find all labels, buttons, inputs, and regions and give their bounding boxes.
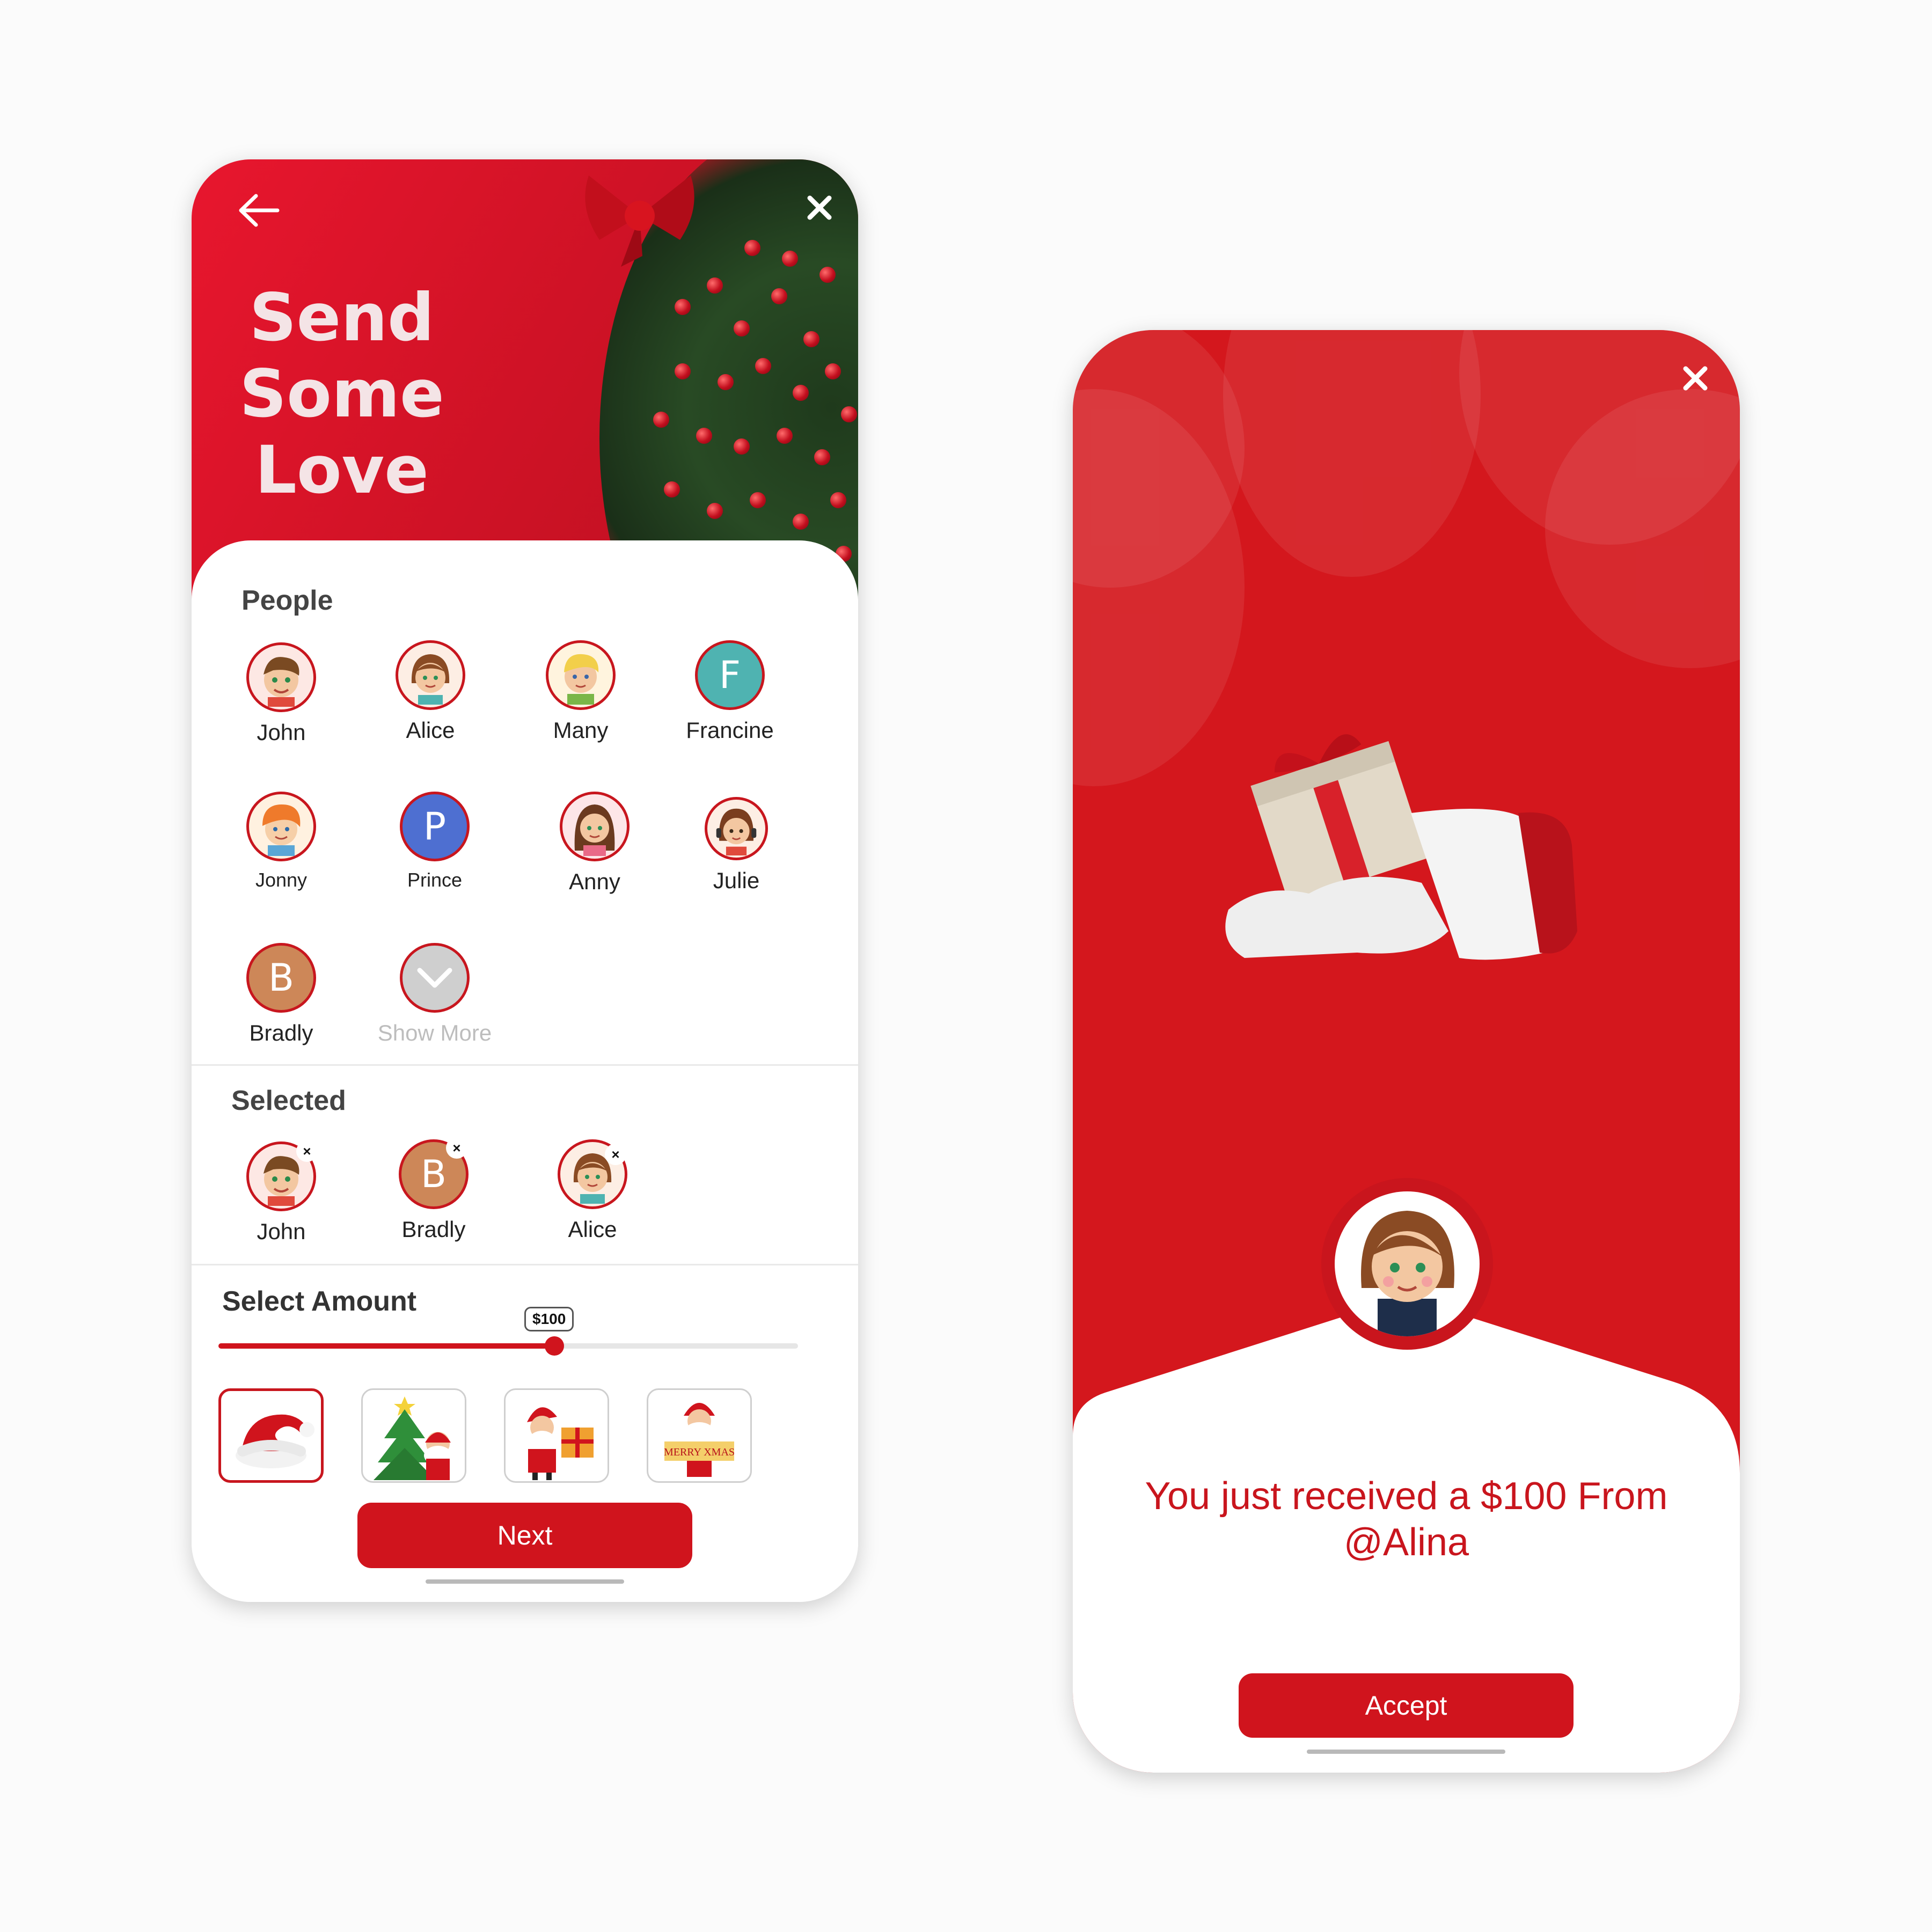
berry — [803, 331, 819, 347]
remove-selected-icon[interactable]: × — [605, 1144, 626, 1165]
brunette-girl-avatar-icon — [560, 792, 630, 861]
person-bradly[interactable]: B Bradly — [219, 943, 343, 1046]
person-name: Bradly — [249, 1020, 313, 1045]
close-icon[interactable] — [803, 192, 836, 224]
red-bow-icon — [585, 175, 694, 267]
letter-avatar-b: B — [246, 943, 316, 1013]
berry — [830, 492, 846, 508]
letter-avatar-p: P — [400, 792, 470, 861]
girl-avatar-icon — [396, 640, 465, 710]
santa-merry-xmas-icon: MERRY XMAS — [664, 1403, 735, 1477]
sticker-santa-gift[interactable] — [504, 1388, 609, 1483]
berry — [734, 320, 750, 336]
title-line-2: Some — [239, 356, 444, 432]
back-arrow-icon[interactable] — [235, 186, 283, 235]
selected-name: John — [257, 1219, 306, 1244]
person-name: John — [257, 720, 306, 745]
person-julie[interactable]: Julie — [680, 797, 793, 894]
headset-girl-avatar-icon — [705, 797, 768, 860]
person-name: Julie — [713, 868, 760, 893]
berry — [814, 449, 830, 465]
amount-slider[interactable]: $100 — [218, 1307, 798, 1356]
home-indicator — [426, 1579, 624, 1584]
person-name: Jonny — [255, 869, 308, 891]
person-alice[interactable]: Alice — [369, 640, 492, 743]
berry — [653, 412, 669, 428]
close-icon[interactable] — [1679, 362, 1711, 394]
selected-title: Selected — [231, 1085, 346, 1116]
girl-avatar-icon — [1361, 1211, 1454, 1336]
sticker-tree-santa[interactable] — [361, 1388, 466, 1483]
divider — [192, 1064, 858, 1066]
redhead-boy-avatar-icon — [246, 792, 316, 861]
berry — [819, 267, 836, 283]
title-line-1: Send — [249, 280, 435, 356]
decor-circle — [1223, 330, 1481, 577]
selected-john[interactable]: John — [219, 1141, 343, 1245]
person-name: Alice — [406, 718, 455, 743]
blond-boy-avatar-icon — [546, 640, 616, 710]
slider-thumb[interactable] — [545, 1336, 564, 1356]
amount-tooltip: $100 — [524, 1307, 574, 1331]
sender-avatar — [1335, 1191, 1480, 1336]
christmas-tree-santa-icon — [374, 1396, 452, 1480]
show-more-button[interactable]: Show More — [373, 943, 496, 1046]
selected-name: Alice — [568, 1217, 617, 1242]
berry — [755, 358, 771, 374]
berry — [675, 363, 691, 379]
person-many[interactable]: Many — [519, 640, 642, 743]
title-line-3: Love — [255, 432, 429, 508]
berry — [750, 492, 766, 508]
next-button[interactable]: Next — [357, 1503, 692, 1568]
svg-text:MERRY XMAS: MERRY XMAS — [664, 1446, 735, 1458]
person-anny[interactable]: Anny — [533, 792, 656, 895]
slider-fill — [218, 1343, 554, 1349]
santa-hat-icon — [236, 1414, 314, 1468]
berry — [696, 428, 712, 444]
remove-selected-icon[interactable]: × — [296, 1140, 318, 1162]
berry — [793, 514, 809, 530]
person-name: Many — [553, 718, 609, 743]
chevron-down-icon — [400, 943, 470, 1013]
gift-glove-illustration — [1225, 734, 1577, 960]
berry — [793, 385, 809, 401]
remove-selected-icon[interactable]: × — [446, 1137, 467, 1159]
sticker-santa-hat[interactable] — [218, 1388, 324, 1483]
berry — [744, 240, 760, 256]
berry — [675, 299, 691, 315]
berry — [841, 406, 857, 422]
sticker-merry-xmas[interactable]: MERRY XMAS — [647, 1388, 752, 1483]
show-more-label: Show More — [377, 1020, 492, 1045]
berry — [718, 374, 734, 390]
person-john[interactable]: John — [219, 642, 343, 745]
person-jonny[interactable]: Jonny — [219, 792, 343, 891]
selected-alice[interactable]: Alice — [531, 1139, 654, 1242]
berry — [825, 363, 841, 379]
berry — [707, 277, 723, 294]
person-name: Prince — [407, 869, 463, 891]
accept-button[interactable]: Accept — [1239, 1673, 1574, 1738]
selected-bradly[interactable]: B Bradly — [372, 1139, 495, 1242]
person-name: Francine — [686, 718, 774, 743]
berry — [771, 288, 787, 304]
berry — [707, 503, 723, 519]
person-francine[interactable]: F Francine — [668, 640, 792, 743]
boy-avatar-icon — [246, 642, 316, 712]
person-prince[interactable]: P Prince — [373, 792, 496, 891]
people-title: People — [241, 585, 333, 616]
berry — [782, 251, 798, 267]
home-indicator — [1307, 1750, 1505, 1754]
berry — [734, 438, 750, 455]
santa-gift-icon — [527, 1407, 594, 1480]
send-love-screen: Send Some Love People John Alice Many F … — [192, 159, 858, 1602]
receive-gift-screen: You just received a $100 From @Alina Acc… — [1073, 330, 1740, 1773]
letter-avatar-f: F — [695, 640, 765, 710]
selected-name: Bradly — [401, 1217, 466, 1242]
berry — [777, 428, 793, 444]
received-message: You just received a $100 From @Alina — [1145, 1475, 1668, 1564]
amount-title: Select Amount — [222, 1286, 417, 1317]
divider — [192, 1264, 858, 1265]
person-name: Anny — [569, 869, 620, 894]
berry — [664, 481, 680, 497]
